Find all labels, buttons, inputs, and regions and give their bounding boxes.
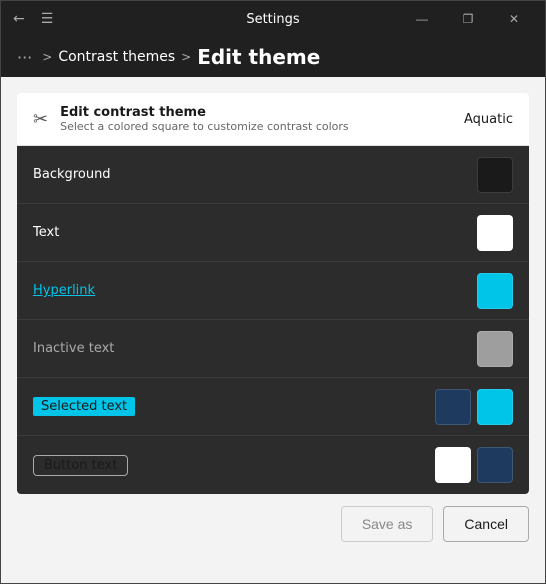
breadcrumb-current: Edit theme <box>197 45 320 69</box>
content-area: ✂ Edit contrast theme Select a colored s… <box>1 77 545 583</box>
maximize-button[interactable]: ❐ <box>445 3 491 35</box>
footer: Save as Cancel <box>17 494 529 546</box>
button-text-badge: Button text <box>33 455 128 476</box>
theme-name-label: Aquatic <box>464 112 513 127</box>
titlebar-right-controls: — ❐ ✕ <box>399 3 537 35</box>
color-row-text: Text <box>17 204 529 262</box>
cancel-button[interactable]: Cancel <box>443 506 529 542</box>
titlebar-left-controls: ← ☰ <box>9 7 57 31</box>
color-row-hyperlink: Hyperlink <box>17 262 529 320</box>
text-swatch-1[interactable] <box>477 215 513 251</box>
text-label: Text <box>33 225 59 240</box>
theme-header-title: Edit contrast theme <box>60 105 349 120</box>
theme-header: ✂ Edit contrast theme Select a colored s… <box>17 93 529 146</box>
button-swatch-1[interactable] <box>435 447 471 483</box>
save-as-button[interactable]: Save as <box>341 506 434 542</box>
inactive-text-label: Inactive text <box>33 341 114 356</box>
close-button[interactable]: ✕ <box>491 3 537 35</box>
settings-window: ← ☰ Settings — ❐ ✕ ··· > Contrast themes… <box>0 0 546 584</box>
color-row-button: Button text <box>17 436 529 494</box>
breadcrumb-dots[interactable]: ··· <box>13 46 36 69</box>
breadcrumb-bar: ··· > Contrast themes > Edit theme <box>1 37 545 77</box>
color-row-background: Background <box>17 146 529 204</box>
breadcrumb-chevron-1: > <box>42 50 52 64</box>
text-swatches <box>477 215 513 251</box>
hyperlink-label[interactable]: Hyperlink <box>33 283 95 298</box>
theme-header-text: Edit contrast theme Select a colored squ… <box>60 105 349 133</box>
selected-swatches <box>435 389 513 425</box>
background-swatches <box>477 157 513 193</box>
titlebar: ← ☰ Settings — ❐ ✕ <box>1 1 545 37</box>
selected-swatch-1[interactable] <box>435 389 471 425</box>
theme-header-subtitle: Select a colored square to customize con… <box>60 120 349 133</box>
back-icon[interactable]: ← <box>9 7 29 31</box>
hyperlink-swatch-1[interactable] <box>477 273 513 309</box>
background-swatch-1[interactable] <box>477 157 513 193</box>
inactive-swatch-1[interactable] <box>477 331 513 367</box>
inactive-swatches <box>477 331 513 367</box>
selected-swatch-2[interactable] <box>477 389 513 425</box>
background-label: Background <box>33 167 111 182</box>
hamburger-icon[interactable]: ☰ <box>37 7 58 31</box>
selected-text-badge: Selected text <box>33 397 135 416</box>
window-title: Settings <box>246 12 299 27</box>
button-swatches <box>435 447 513 483</box>
minimize-button[interactable]: — <box>399 3 445 35</box>
color-row-inactive: Inactive text <box>17 320 529 378</box>
scissors-icon: ✂ <box>33 109 48 130</box>
color-row-selected: Selected text <box>17 378 529 436</box>
breadcrumb-chevron-2: > <box>181 50 191 64</box>
color-rows-container: Background Text Hyperlink <box>17 146 529 494</box>
button-swatch-2[interactable] <box>477 447 513 483</box>
breadcrumb-link[interactable]: Contrast themes <box>58 49 175 65</box>
theme-header-left: ✂ Edit contrast theme Select a colored s… <box>33 105 349 133</box>
hyperlink-swatches <box>477 273 513 309</box>
